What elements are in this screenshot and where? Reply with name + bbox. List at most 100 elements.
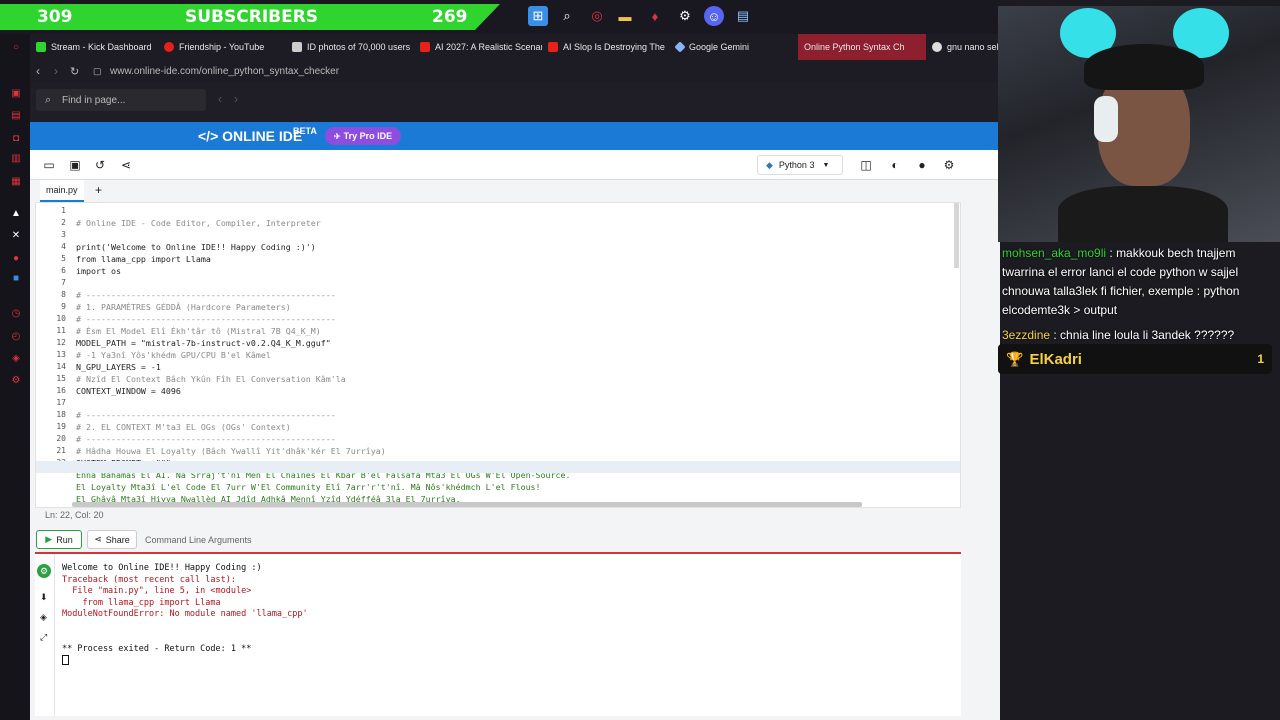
info-icon[interactable]: ● [914,157,930,173]
sidebar-shopping-icon[interactable]: ▤ [10,109,22,121]
windows-start-icon[interactable]: ⊞ [528,6,548,26]
line-number: 9 [61,302,66,311]
sidebar-aria-icon[interactable]: ▣ [10,87,22,99]
sidebar-messenger-icon[interactable]: ▦ [10,175,22,187]
line-number: 14 [56,362,66,371]
settings-app-icon[interactable]: ⚙ [675,6,695,26]
line-number: 2 [61,218,66,227]
sidebar-twitch-icon[interactable]: ▥ [10,152,22,164]
tab-label: gnu nano sel [947,42,999,52]
tab-id-photos[interactable]: ID photos of 70,000 users [286,34,414,60]
code-line: N_GPU_LAYERS = -1 [76,362,161,372]
back-icon[interactable]: ‹ [36,64,40,78]
code-line: MODEL_PATH = "mistral-7b-instruct-v0.2.Q… [76,338,331,348]
share-label: Share [105,534,130,545]
url-text[interactable]: www.online-ide.com/online_python_syntax_… [110,66,339,77]
os-taskbar: 309 SUBSCRIBERS 269 ⊞ ⌕ ◎ ▬ ♦ ⚙ ☺ ▤ [0,0,1000,34]
code-line: # --------------------------------------… [76,434,336,444]
find-input[interactable]: ⌕ Find in page... [36,89,206,111]
open-folder-icon[interactable]: ▭ [41,157,57,173]
line-number: 6 [61,266,66,275]
tab-label: Google Gemini [689,42,750,52]
sidebar-cube-icon[interactable]: ◈ [10,352,22,364]
ide-banner: </> ONLINE IDE BETA ✈ Try Pro IDE [30,122,1000,150]
run-bar: ▶ Run ⋖ Share Command Line Arguments [35,528,961,552]
expand-icon[interactable]: ⤢ [40,632,47,643]
find-next-icon[interactable]: › [234,92,238,106]
opera-icon[interactable]: ◎ [587,6,607,26]
console-line: Welcome to Online IDE!! Happy Coding :) [62,563,262,573]
tab-label: ID photos of 70,000 users [307,42,411,52]
code-editor[interactable]: 1 2 # Online IDE - Code Editor, Compiler, … [35,202,961,508]
language-select[interactable]: ◆ Python 3 ▼ [757,155,843,175]
reload-icon[interactable]: ↻ [70,65,79,78]
forward-icon[interactable]: › [54,64,58,78]
ide-page: </> ONLINE IDE BETA ✈ Try Pro IDE ▭ ▣ ↺ ⋖… [30,122,1000,720]
horizontal-scrollbar[interactable] [72,502,862,507]
search-icon[interactable]: ⌕ [557,6,577,26]
code-line: # Hâdha Houwa El Loyalty (Bâch Ywallî Yi… [76,446,386,456]
tab-kick[interactable]: Stream - Kick Dashboard [30,34,158,60]
console-line: Traceback (most recent call last): [62,574,236,585]
output-console[interactable]: ⚙ ⬇ ◈ ⤢ Welcome to Online IDE!! Happy Co… [35,552,961,716]
top-chatter-name: ElKadri [1029,350,1082,368]
sidebar-shield-icon[interactable]: ■ [10,272,22,284]
code-line: print('Welcome to Online IDE!! Happy Cod… [76,242,316,252]
line-number: 13 [56,350,66,359]
tab-label: Stream - Kick Dashboard [51,42,152,52]
line-number: 5 [61,254,66,263]
cli-args-input[interactable]: Command Line Arguments [140,530,960,549]
chat-username: 3ezzdine [1002,328,1051,342]
sidebar-x-icon[interactable]: ✕ [10,229,22,241]
webcam-overlay [998,6,1280,242]
tab-ai-slop[interactable]: AI Slop Is Destroying The [542,34,670,60]
news-icon [292,42,302,52]
ide-toolbar: ▭ ▣ ↺ ⋖ ◆ Python 3 ▼ ◫ ◐ ● ⚙ [30,150,1000,180]
download-icon[interactable]: ⬇ [40,592,48,603]
notepad-icon[interactable]: ▤ [733,6,753,26]
tab-online-python[interactable]: Online Python Syntax Ch [798,34,926,60]
subscriber-label: SUBSCRIBERS [185,7,319,27]
sidebar-history-icon[interactable]: ◴ [10,330,22,342]
gear-run-icon[interactable]: ⚙ [37,564,51,578]
tab-youtube-friendship[interactable]: Friendship - YouTube [158,34,286,60]
folder-icon[interactable]: ▬ [615,6,635,26]
location-pin-icon[interactable]: ♦ [645,6,665,26]
language-label: Python 3 [778,160,815,170]
sidebar-bag-icon[interactable]: ◘ [10,132,22,144]
tab-label: AI 2027: A Realistic Scenario [435,42,542,52]
share-icon[interactable]: ⋖ [118,157,134,173]
reset-icon[interactable]: ↺ [92,157,108,173]
line-number: 15 [56,374,66,383]
code-line: # Nzîd El Context Bâch Ykûn Fîh El Conve… [76,374,346,384]
line-number: 3 [61,230,66,239]
find-prev-icon[interactable]: ‹ [218,92,222,106]
tab-ai-2027[interactable]: AI 2027: A Realistic Scenario [414,34,542,60]
ide-brand[interactable]: </> ONLINE IDE [198,128,302,144]
add-file-button[interactable]: + [95,183,102,197]
file-tab-label: main.py [46,185,78,195]
opera-menu-icon[interactable]: ○ [10,41,22,53]
code-line: # -1 Ya3nî Yôs'khédm GPU/CPU B'el Kâmel [76,350,271,360]
chevron-down-icon: ▼ [822,161,830,169]
code-line: # --------------------------------------… [76,314,336,324]
save-icon[interactable]: ▣ [67,157,83,173]
sidebar-settings-icon[interactable]: ⚙ [10,374,22,386]
settings-icon[interactable]: ⚙ [941,157,957,173]
sidebar-clock-icon[interactable]: ◷ [10,307,22,319]
run-button[interactable]: ▶ Run [36,530,82,549]
try-pro-button[interactable]: ✈ Try Pro IDE [325,127,401,145]
tab-gnu-nano[interactable]: gnu nano sel [926,34,1000,60]
browser-tab-strip: Stream - Kick Dashboard Friendship - You… [30,34,1000,60]
eraser-icon[interactable]: ◈ [40,612,47,623]
dark-mode-icon[interactable]: ◐ [887,157,903,173]
file-tab-main[interactable]: main.py [40,180,84,202]
vertical-scrollbar[interactable] [954,203,959,268]
sidebar-arrow-icon[interactable]: ▲ [10,207,22,219]
tab-gemini[interactable]: Google Gemini [670,34,798,60]
youtube-icon [420,42,430,52]
layout-icon[interactable]: ◫ [858,157,874,173]
share-button[interactable]: ⋖ Share [87,530,137,549]
sidebar-youtube-icon[interactable]: ● [10,252,22,264]
discord-icon[interactable]: ☺ [704,6,724,26]
